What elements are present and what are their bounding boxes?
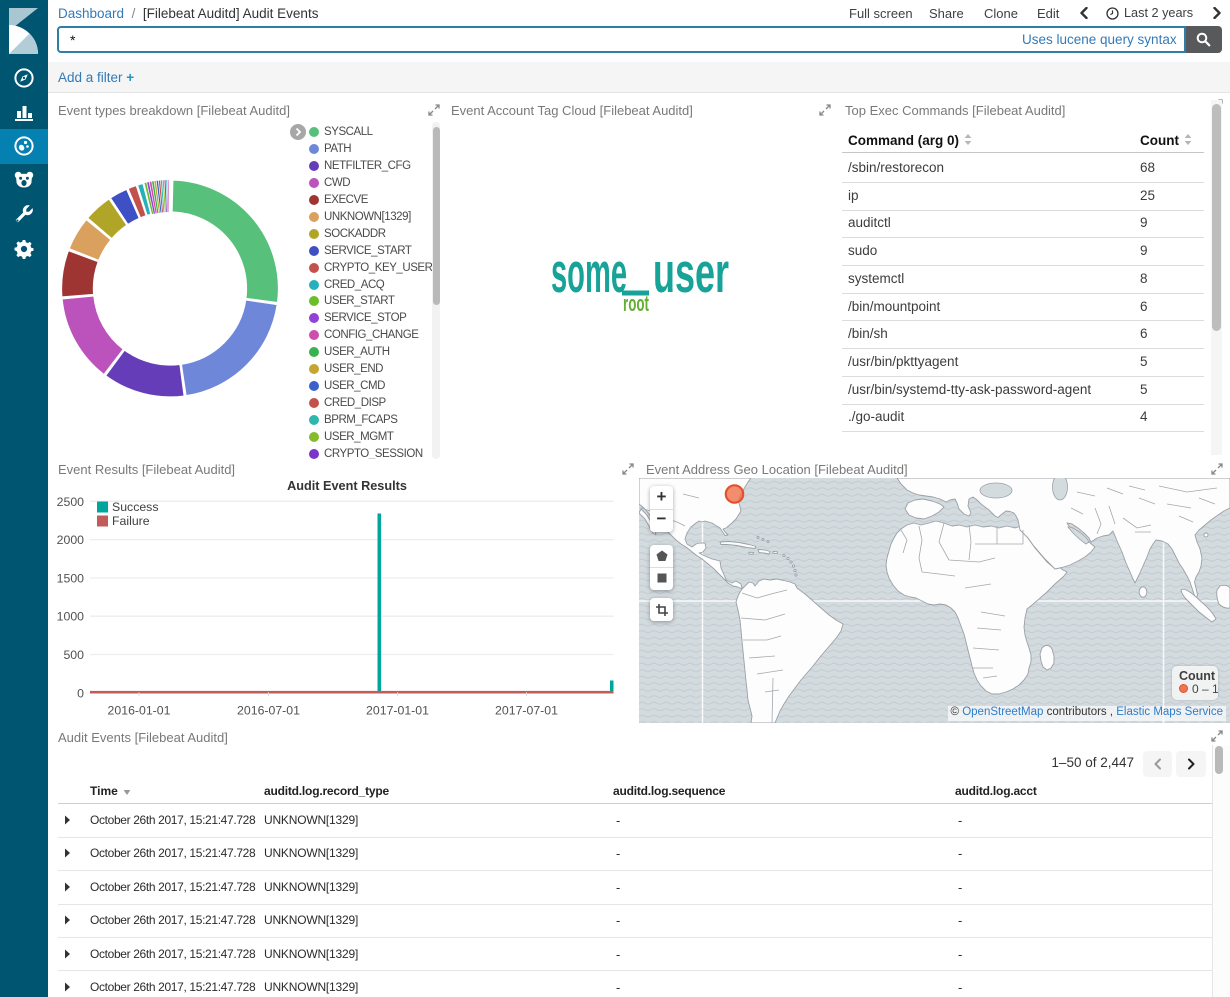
svg-text:2017-07-01: 2017-07-01 <box>495 704 558 718</box>
svg-text:500: 500 <box>63 648 84 662</box>
svg-text:Failure: Failure <box>112 514 150 528</box>
svg-text:some: some <box>551 241 627 305</box>
svg-text:1000: 1000 <box>57 610 85 624</box>
svg-text:user: user <box>653 241 729 305</box>
svg-text:2016-01-01: 2016-01-01 <box>108 704 171 718</box>
svg-text:2000: 2000 <box>57 533 85 547</box>
svg-text:1500: 1500 <box>57 571 85 585</box>
svg-text:Success: Success <box>112 500 158 514</box>
svg-text:root: root <box>623 291 649 316</box>
svg-text:Audit Event Results: Audit Event Results <box>287 479 407 493</box>
svg-text:2016-07-01: 2016-07-01 <box>237 704 300 718</box>
svg-text:2500: 2500 <box>57 495 85 509</box>
svg-text:0: 0 <box>77 686 84 700</box>
svg-text:2017-01-01: 2017-01-01 <box>366 704 429 718</box>
